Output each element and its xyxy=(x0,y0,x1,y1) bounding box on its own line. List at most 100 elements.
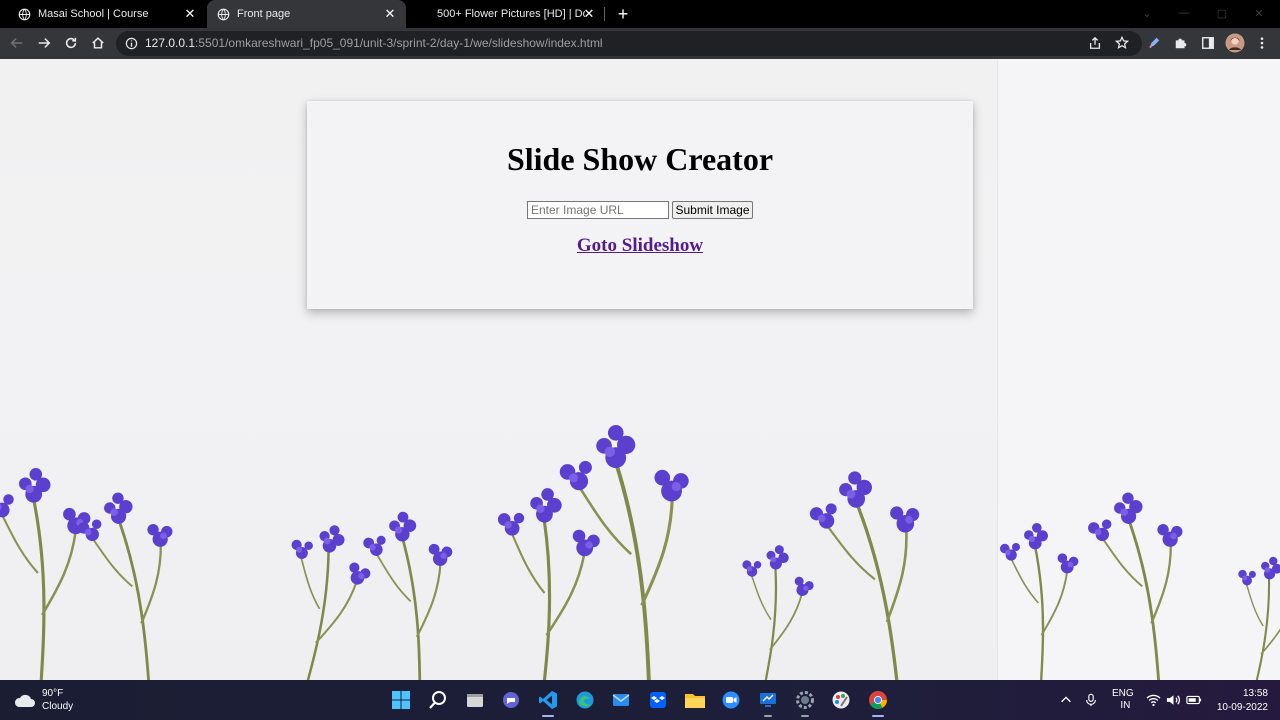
address-url: 127.0.0.1:5501/omkareshwari_fp05_091/uni… xyxy=(145,36,603,50)
chrome-button[interactable] xyxy=(866,688,890,717)
image-url-input[interactable] xyxy=(527,201,669,219)
new-tab-button[interactable]: + xyxy=(613,4,633,24)
tab-title: Masai School | Course xyxy=(38,8,149,20)
start-button[interactable] xyxy=(389,688,413,712)
side-panel-button[interactable] xyxy=(1198,33,1218,53)
vscode-icon xyxy=(539,691,557,709)
task-view-button[interactable] xyxy=(463,688,487,712)
pen-icon xyxy=(1149,37,1160,49)
back-button[interactable] xyxy=(7,33,27,53)
close-tab-icon[interactable]: ✕ xyxy=(182,6,198,22)
creator-card: Slide Show Creator Submit Image Goto Sli… xyxy=(307,101,973,309)
remote-desktop-icon xyxy=(760,693,776,707)
submit-image-button[interactable]: Submit Image xyxy=(672,201,753,219)
side-panel-icon xyxy=(1202,37,1214,49)
extensions-button[interactable] xyxy=(1171,33,1191,53)
tab-flower-pictures[interactable]: 500+ Flower Pictures [HD] | Download ✕ xyxy=(407,0,605,28)
reload-icon xyxy=(65,37,77,49)
chrome-icon xyxy=(869,691,887,710)
microphone-icon xyxy=(1086,693,1096,707)
tab-divider xyxy=(604,7,605,21)
file-explorer-button[interactable] xyxy=(683,688,707,712)
tab-title: Front page xyxy=(237,8,291,20)
address-bar[interactable]: 127.0.0.1:5501/omkareshwari_fp05_091/uni… xyxy=(116,31,1142,56)
settings-button[interactable] xyxy=(793,688,817,717)
reload-button[interactable] xyxy=(61,33,81,53)
unsplash-icon xyxy=(418,9,429,19)
weather-widget[interactable]: 90°F Cloudy xyxy=(14,687,73,713)
share-icon xyxy=(1089,36,1101,49)
chrome-menu-button[interactable] xyxy=(1252,33,1272,53)
taskbar-search-button[interactable] xyxy=(426,688,450,712)
clock-date: 10-09-2022 xyxy=(1216,702,1268,713)
close-tab-icon[interactable]: ✕ xyxy=(581,6,597,22)
info-icon[interactable] xyxy=(125,37,138,50)
system-clock[interactable]: 13:58 10-09-2022 xyxy=(1210,687,1268,715)
page-viewport: Slide Show Creator Submit Image Goto Sli… xyxy=(0,59,1280,680)
paint-button[interactable] xyxy=(829,688,853,712)
network-button[interactable] xyxy=(1146,680,1161,720)
minimize-button[interactable]: — xyxy=(1175,5,1193,21)
close-window-button[interactable]: ✕ xyxy=(1250,5,1268,21)
page-title: Slide Show Creator xyxy=(506,141,774,177)
speaker-icon xyxy=(1166,695,1180,705)
language-indicator[interactable]: ENG IN xyxy=(1112,680,1134,720)
region-code: IN xyxy=(1120,700,1131,711)
tab-front-page[interactable]: Front page ✕ xyxy=(207,0,406,28)
mail-icon xyxy=(612,694,630,706)
avatar xyxy=(1225,33,1245,53)
home-icon xyxy=(92,37,104,49)
browser-toolbar: 127.0.0.1:5501/omkareshwari_fp05_091/uni… xyxy=(0,28,1280,59)
mail-button[interactable] xyxy=(609,688,633,712)
cloud-icon xyxy=(14,694,35,707)
show-hidden-icons-button[interactable] xyxy=(1059,680,1073,720)
volume-button[interactable] xyxy=(1166,680,1181,720)
battery-button[interactable] xyxy=(1186,680,1202,720)
close-tab-icon[interactable]: ✕ xyxy=(382,6,398,22)
running-indicator xyxy=(801,715,809,717)
tab-search-icon[interactable]: ⌄ xyxy=(1138,5,1156,21)
windows-taskbar: 90°F Cloudy ENG IN 13:58 10-09-2022 xyxy=(0,680,1280,720)
bookmark-button[interactable] xyxy=(1112,33,1132,53)
tab-strip: Masai School | Course ✕ Front page ✕ 500… xyxy=(0,0,1280,28)
puzzle-icon xyxy=(1175,38,1187,49)
share-button[interactable] xyxy=(1085,33,1105,53)
more-vert-icon xyxy=(1260,37,1264,49)
paint-icon xyxy=(832,691,850,709)
arrow-left-icon xyxy=(10,38,23,48)
running-indicator xyxy=(872,715,884,717)
url-path: :5501/omkareshwari_fp05_091/unit-3/sprin… xyxy=(195,36,603,50)
microphone-button[interactable] xyxy=(1084,680,1098,720)
zoom-button[interactable] xyxy=(719,688,743,712)
globe-icon xyxy=(18,8,31,20)
file-explorer-window-icon xyxy=(467,694,483,707)
tab-title: 500+ Flower Pictures [HD] | Download xyxy=(437,8,585,20)
vscode-button[interactable] xyxy=(536,688,560,717)
weather-condition: Cloudy xyxy=(42,701,74,712)
globe-icon xyxy=(217,8,230,20)
start-icon xyxy=(392,691,410,709)
dropbox-button[interactable] xyxy=(646,688,670,712)
edge-icon xyxy=(576,691,594,709)
extension-pen-button[interactable] xyxy=(1144,33,1164,53)
running-indicator xyxy=(764,715,772,717)
running-indicator xyxy=(542,715,554,717)
tab-masai-school[interactable]: Masai School | Course ✕ xyxy=(8,0,206,28)
clock-time: 13:58 xyxy=(1242,688,1268,699)
edge-button[interactable] xyxy=(573,688,597,712)
remote-desktop-button[interactable] xyxy=(756,688,780,717)
weather-temp: 90°F xyxy=(42,688,64,699)
home-button[interactable] xyxy=(88,33,108,53)
search-icon xyxy=(429,691,446,709)
arrow-right-icon xyxy=(38,38,51,48)
url-host: 127.0.0.1 xyxy=(145,36,196,50)
maximize-button[interactable]: ▢ xyxy=(1213,5,1231,21)
teams-chat-button[interactable] xyxy=(499,688,523,712)
profile-button[interactable] xyxy=(1225,33,1245,53)
dropbox-icon xyxy=(650,692,666,708)
settings-icon xyxy=(796,691,814,709)
chevron-up-icon xyxy=(1061,696,1071,703)
forward-button[interactable] xyxy=(34,33,54,53)
battery-icon xyxy=(1186,695,1202,705)
goto-slideshow-link[interactable]: Goto Slideshow xyxy=(307,235,973,257)
